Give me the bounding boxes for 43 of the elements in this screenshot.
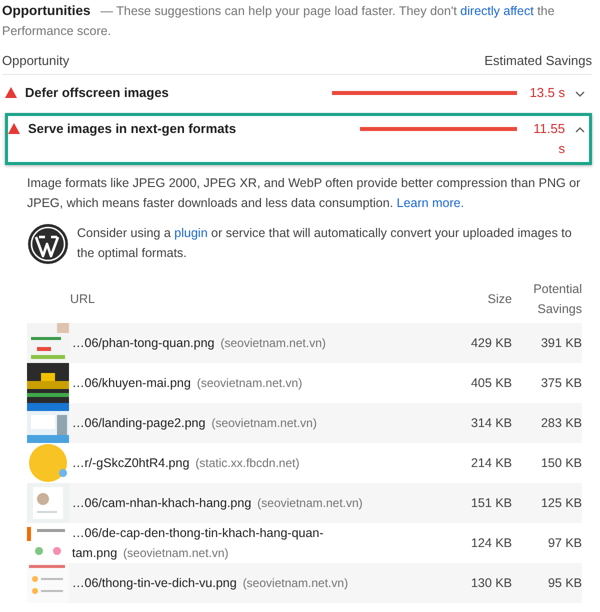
size-cell-text: 130 KB xyxy=(470,575,512,592)
plugin-link[interactable]: plugin xyxy=(174,226,208,240)
url-cell-text: …r/-gSkcZ0htR4.png (static.xx.fbcdn.net) xyxy=(71,455,300,472)
directly-affect-link[interactable]: directly affect xyxy=(460,4,534,18)
url-cell-text: …06/de-cap-den-thong-tin-khach-hang-quan-tam.png (seovietnam.net.vn) xyxy=(71,525,325,562)
section-description: Opportunities — These suggestions can help your page load faster. They don't directly affect the Performance score. xyxy=(2,2,556,40)
savings-cell-text: 150 KB xyxy=(540,455,582,472)
column-header: Estimated Savings xyxy=(484,53,592,68)
url-cell-text: …06/cam-nhan-khach-hang.png (seovietnam.net.vn) xyxy=(71,495,364,512)
size-cell-text: 151 KB xyxy=(470,495,512,512)
url-cell-text: …06/thong-tin-ve-dich-vu.png (seovietnam.net.vn) xyxy=(71,575,350,592)
wordpress-logo-icon xyxy=(27,223,69,265)
column-header: Size xyxy=(486,291,512,308)
savings-cell-text: 375 KB xyxy=(540,375,582,392)
size-cell-text: 429 KB xyxy=(470,335,512,352)
learn-more-link[interactable]: Learn more. xyxy=(396,196,464,210)
audit-title: Defer offscreen images xyxy=(25,84,170,102)
savings-cell-text: 97 KB xyxy=(546,535,582,552)
chevron-up-icon[interactable] xyxy=(575,125,585,135)
url-cell-text: …06/khuyen-mai.png (seovietnam.net.vn) xyxy=(71,375,304,392)
size-cell-text: 214 KB xyxy=(470,455,512,472)
size-cell-text: 405 KB xyxy=(470,375,512,392)
audit-row[interactable]: Serve images in next-gen formats 11.55 s xyxy=(5,113,592,165)
column-header: Opportunity xyxy=(2,53,70,68)
plugin-note: Consider using a plugin or service that will automatically convert your uploaded images to the optimal formats. xyxy=(77,225,573,262)
savings-value: 11.55 s xyxy=(532,120,565,158)
audit-row[interactable]: Defer offscreen images 13.5 s xyxy=(2,77,592,111)
audit-title: Serve images in next-gen formats xyxy=(28,120,238,138)
size-cell-text: 124 KB xyxy=(470,535,512,552)
audit-description: Image formats like JPEG 2000, JPEG XR, and WebP often provide better compression than PNG or JPEG, which means faster downloads and less data consumption. Learn more. xyxy=(27,175,582,212)
column-header: Potential Savings xyxy=(532,281,582,318)
size-cell-text: 314 KB xyxy=(470,415,512,432)
savings-cell-text: 283 KB xyxy=(540,415,582,432)
column-header: URL xyxy=(70,291,96,308)
savings-cell-text: 391 KB xyxy=(540,335,582,352)
url-cell-text: …06/phan-tong-quan.png (seovietnam.net.vn) xyxy=(71,335,327,352)
savings-cell-text: 95 KB xyxy=(546,575,582,592)
url-cell-text: …06/landing-page2.png (seovietnam.net.vn) xyxy=(71,415,318,432)
warning-triangle-icon xyxy=(5,87,17,98)
warning-triangle-icon xyxy=(8,123,20,134)
savings-cell-text: 125 KB xyxy=(540,495,582,512)
savings-value: 13.5 s xyxy=(528,84,565,102)
chevron-down-icon[interactable] xyxy=(575,89,585,99)
